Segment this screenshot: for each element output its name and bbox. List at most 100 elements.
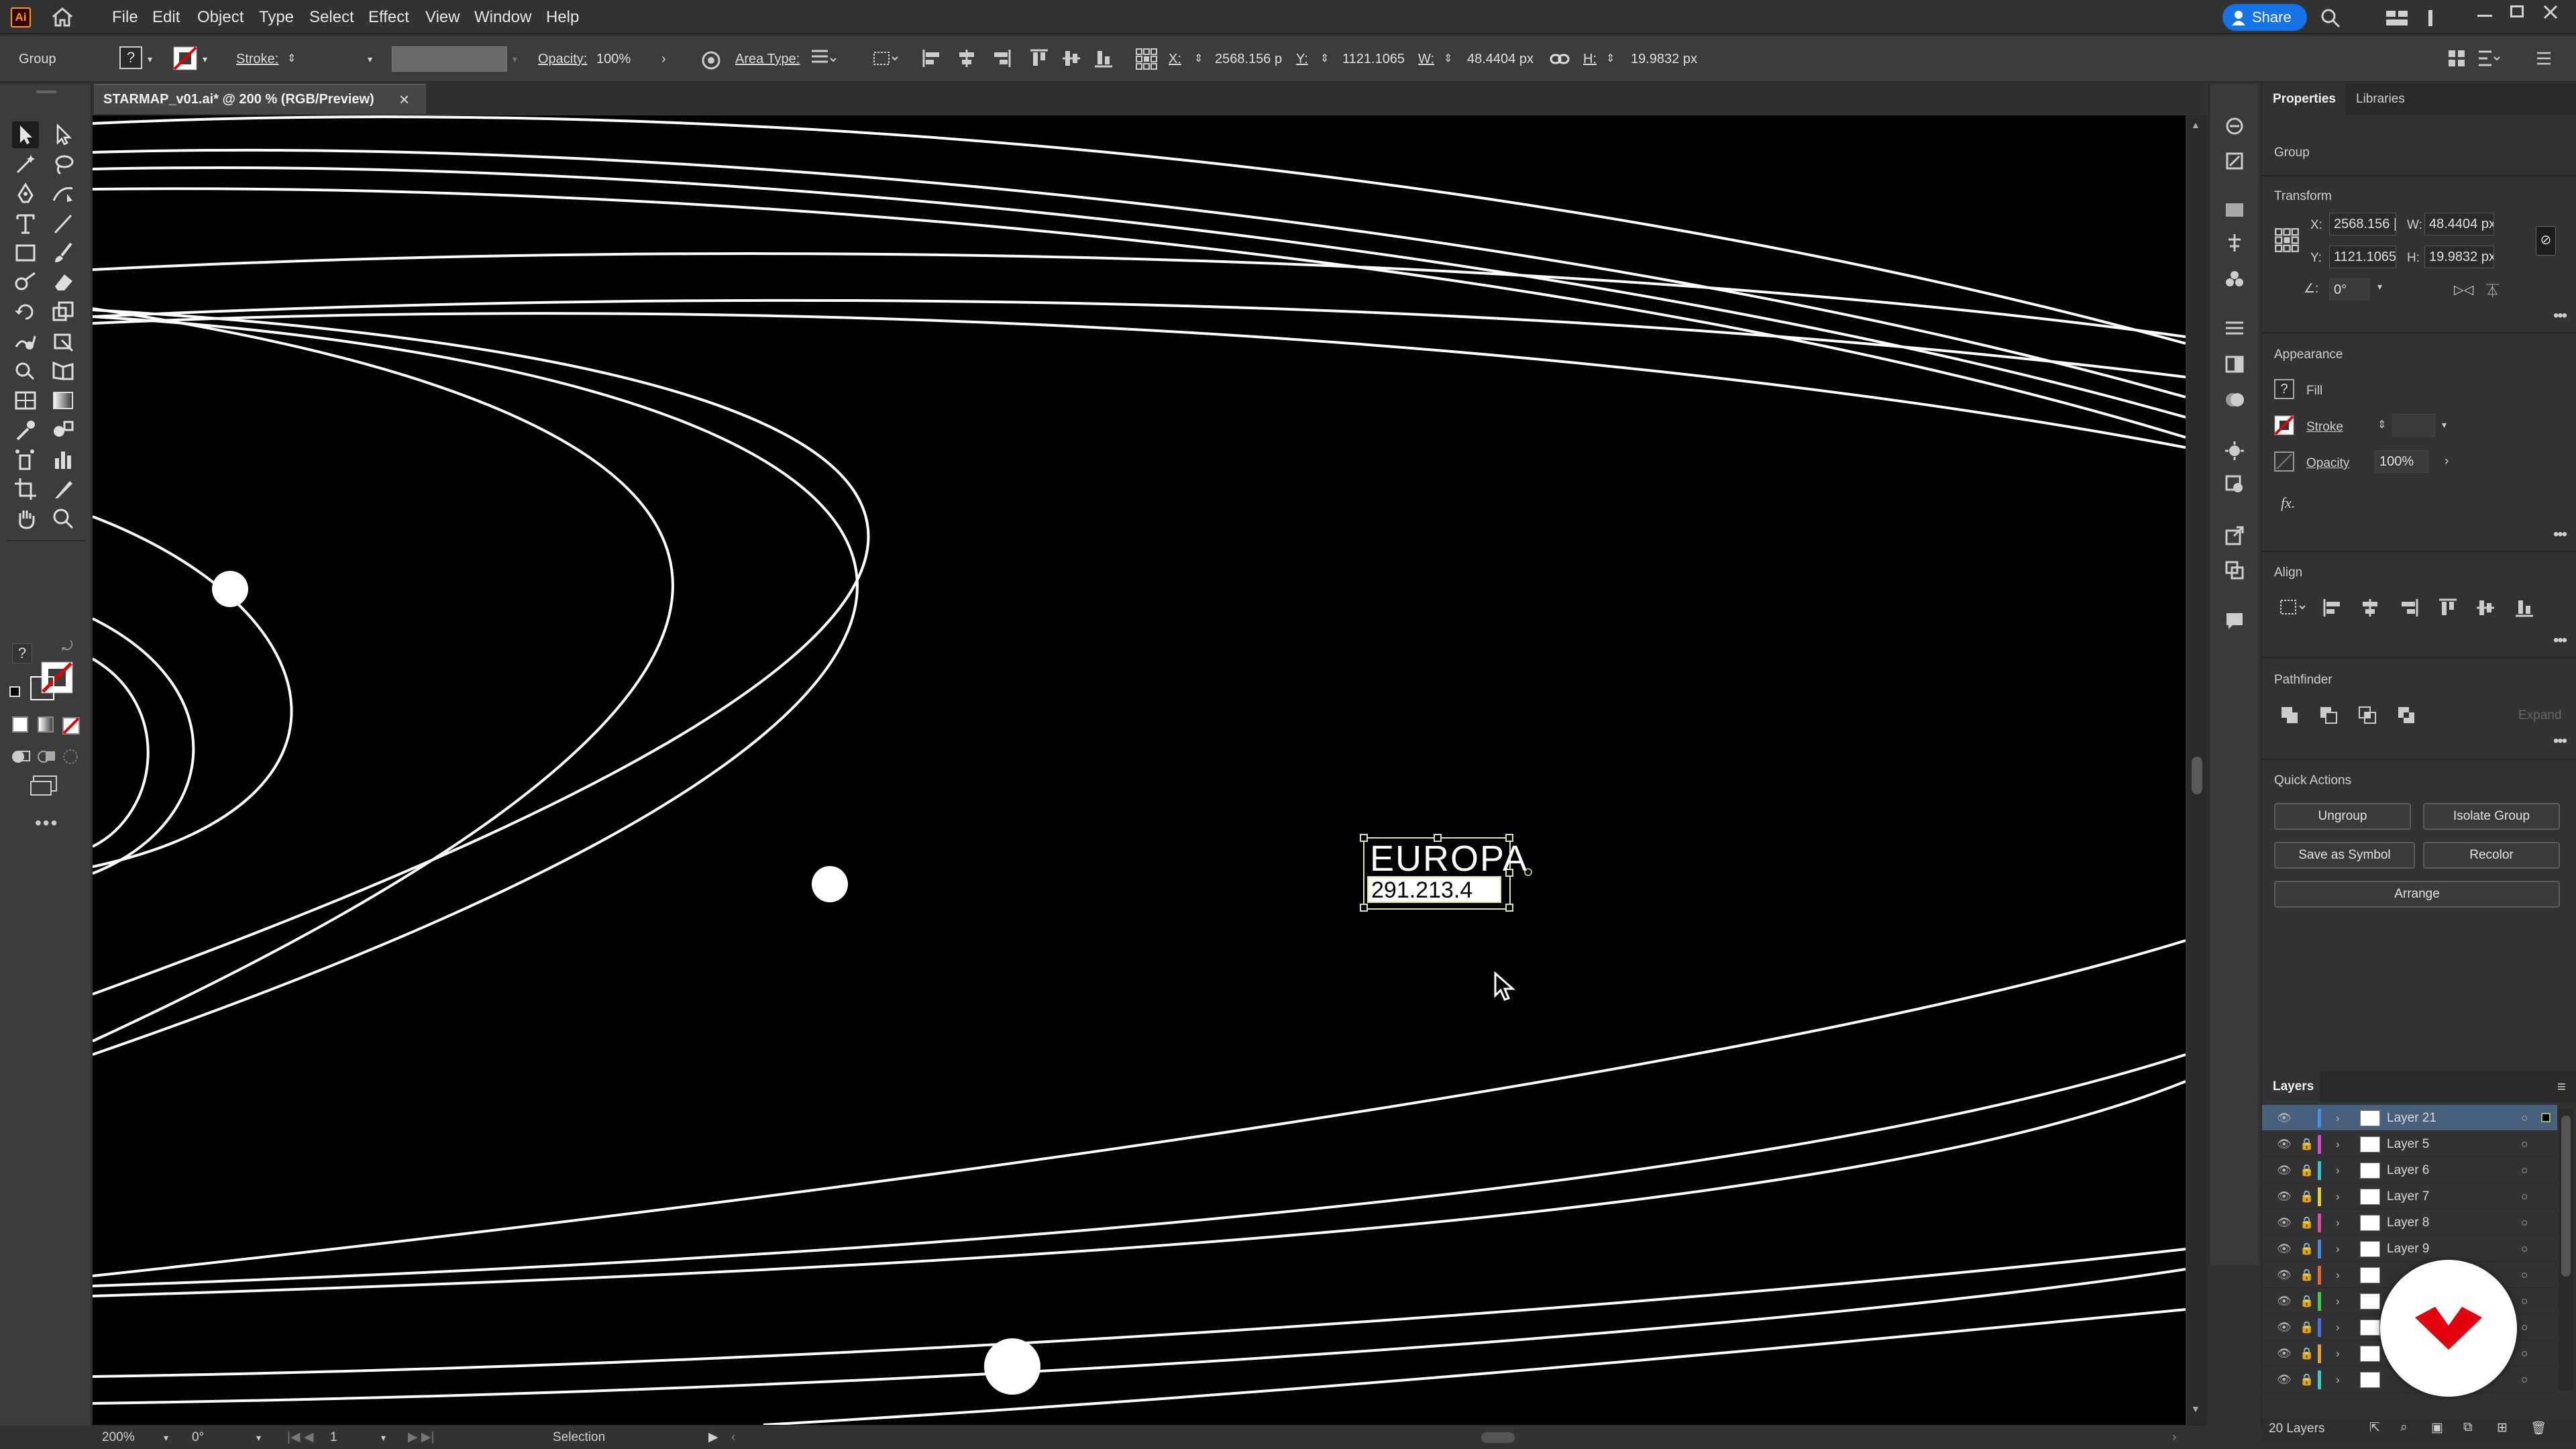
artboard-canvas[interactable]: EUROPA 291.213.4 <box>93 115 2186 1425</box>
layers-panel-menu-icon[interactable]: ≡ <box>2557 1078 2566 1095</box>
arrange-button[interactable]: Arrange <box>2274 881 2560 908</box>
horizontal-scroll-thumb[interactable] <box>1481 1432 1515 1443</box>
target-circle-icon[interactable]: ○ <box>2521 1210 2528 1236</box>
recolor-button[interactable]: Recolor <box>2423 842 2560 869</box>
minimize-button[interactable] <box>2477 15 2492 17</box>
mesh-tool-icon[interactable] <box>12 387 39 414</box>
appearance-opacity-icon[interactable] <box>2274 451 2294 472</box>
align-right-icon[interactable] <box>991 48 1012 68</box>
align-middle-icon[interactable] <box>1061 48 1081 68</box>
appearance-stroke-swatch[interactable] <box>2274 415 2294 435</box>
lock-icon[interactable]: 🔒 <box>2300 1157 2314 1183</box>
stroke-dropdown-icon[interactable]: ▾ <box>203 36 207 83</box>
opacity-field[interactable]: 100% <box>592 48 656 70</box>
opacity-arrow-icon[interactable]: › <box>2445 454 2449 469</box>
panel-menu-icon[interactable] <box>2536 50 2552 66</box>
layer-name[interactable]: Layer 8 <box>2387 1210 2429 1236</box>
target-circle-icon[interactable]: ○ <box>2521 1105 2528 1131</box>
layers-tab[interactable]: Layers <box>2262 1071 2320 1102</box>
paragraph-align-icon[interactable] <box>810 49 837 66</box>
magic-wand-tool-icon[interactable] <box>12 151 39 178</box>
shaper-tool-icon[interactable] <box>12 269 39 296</box>
shape-builder-tool-icon[interactable] <box>12 358 39 384</box>
target-circle-icon[interactable]: ○ <box>2521 1314 2528 1340</box>
align-to-icon[interactable] <box>2279 598 2310 616</box>
arrange-icon[interactable] <box>2447 49 2466 68</box>
target-circle-icon[interactable]: ○ <box>2521 1236 2528 1262</box>
expand-layer-icon[interactable]: › <box>2336 1131 2340 1157</box>
save-as-symbol-button[interactable]: Save as Symbol <box>2274 842 2415 869</box>
expand-layer-icon[interactable]: › <box>2336 1314 2340 1340</box>
constrain-proportions-toggle[interactable]: ⊘ <box>2536 226 2556 256</box>
zoom-tool-icon[interactable] <box>50 505 76 532</box>
menu-view[interactable]: View <box>425 0 460 34</box>
scroll-down-arrow[interactable]: ▼ <box>2191 1403 2200 1414</box>
default-fill-stroke-icon[interactable] <box>9 686 20 697</box>
layer-row[interactable]: 👁 🔒 › Layer 9 ○ <box>2262 1236 2557 1262</box>
artboard-tool-icon[interactable] <box>12 476 39 502</box>
menu-edit[interactable]: Edit <box>152 0 180 34</box>
pathfinder-exclude-icon[interactable] <box>2396 705 2416 725</box>
scroll-up-arrow[interactable]: ▲ <box>2191 119 2200 130</box>
area-type-label[interactable]: Area Type: <box>735 36 800 83</box>
arrange-documents-icon[interactable] <box>2426 9 2435 28</box>
opacity-arrow-icon[interactable]: › <box>661 36 666 83</box>
appearance-fill-swatch[interactable]: ? <box>2274 379 2294 399</box>
puppet-warp-icon[interactable] <box>2224 233 2245 253</box>
layer-row[interactable]: 👁 🔒 › Layer 5 ○ <box>2262 1131 2557 1157</box>
restore-button[interactable] <box>2510 5 2524 17</box>
lock-icon[interactable]: 🔒 <box>2300 1131 2314 1157</box>
warp-tool-icon[interactable] <box>12 328 39 355</box>
constrain-proportions-icon[interactable] <box>1550 52 1570 66</box>
isolate-group-button[interactable]: Isolate Group <box>2423 803 2560 830</box>
menu-help[interactable]: Help <box>546 0 579 34</box>
visibility-eye-icon[interactable]: 👁 <box>2277 1288 2292 1314</box>
appearance-opacity-label[interactable]: Opacity <box>2306 456 2349 471</box>
target-circle-icon[interactable]: ○ <box>2521 1262 2528 1288</box>
graphic-styles-icon[interactable] <box>2224 474 2245 494</box>
rotate-angle-field[interactable]: 0° <box>2329 278 2369 300</box>
expand-layer-icon[interactable]: › <box>2336 1262 2340 1288</box>
curvature-tool-icon[interactable] <box>50 180 76 207</box>
expand-layer-icon[interactable]: › <box>2336 1157 2340 1183</box>
close-window-button[interactable] <box>2542 4 2559 20</box>
transform-x-field[interactable]: 2568.156 | <box>2329 213 2396 235</box>
ungroup-button[interactable]: Ungroup <box>2274 803 2411 830</box>
align-top-icon[interactable] <box>2438 598 2458 618</box>
visibility-eye-icon[interactable]: 👁 <box>2277 1105 2292 1131</box>
target-circle-icon[interactable]: ○ <box>2521 1288 2528 1314</box>
draw-behind-icon[interactable] <box>36 748 56 765</box>
expand-layer-icon[interactable]: › <box>2336 1105 2340 1131</box>
align-center-icon[interactable] <box>957 48 977 68</box>
perspective-grid-tool-icon[interactable] <box>50 358 76 384</box>
layer-name[interactable]: Layer 21 <box>2387 1105 2436 1131</box>
home-icon[interactable] <box>51 7 74 27</box>
h-stepper[interactable]: ⇕ <box>1606 36 1615 83</box>
stroke-panel-icon[interactable] <box>2224 320 2245 336</box>
none-mode-icon[interactable] <box>62 716 80 735</box>
stroke-weight-field[interactable] <box>306 48 385 70</box>
expand-layer-icon[interactable]: › <box>2336 1366 2340 1393</box>
layer-name[interactable]: Layer 5 <box>2387 1131 2429 1157</box>
pathfinder-expand-button[interactable]: Expand <box>2518 708 2561 723</box>
eraser-tool-icon[interactable] <box>50 269 76 296</box>
hand-tool-icon[interactable] <box>12 505 39 532</box>
eyedropper-tool-icon[interactable] <box>12 417 39 443</box>
menu-file[interactable]: File <box>112 0 138 34</box>
gradient-panel-icon[interactable] <box>2224 355 2245 374</box>
document-tab[interactable]: STARMAP_v01.ai* @ 200 % (RGB/Preview) × <box>94 84 426 114</box>
menu-window[interactable]: Window <box>474 0 531 34</box>
gradient-tool-icon[interactable] <box>50 387 76 414</box>
lock-icon[interactable]: 🔒 <box>2300 1288 2314 1314</box>
layer-name[interactable]: Layer 7 <box>2387 1183 2429 1210</box>
align-top-icon[interactable] <box>1029 48 1049 68</box>
flip-horizontal-icon[interactable]: ▷◁ <box>2454 282 2473 298</box>
collect-export-icon[interactable]: ⇱ <box>2369 1420 2380 1436</box>
close-tab-icon[interactable]: × <box>399 85 409 114</box>
w-stepper[interactable]: ⇕ <box>1444 36 1452 83</box>
paintbrush-tool-icon[interactable] <box>50 239 76 266</box>
align-more-options-icon[interactable]: ••• <box>2553 631 2567 650</box>
export-panel-icon[interactable] <box>2224 525 2245 545</box>
visibility-eye-icon[interactable]: 👁 <box>2277 1210 2292 1236</box>
status-menu-arrow-icon[interactable]: ▶ <box>708 1426 718 1449</box>
